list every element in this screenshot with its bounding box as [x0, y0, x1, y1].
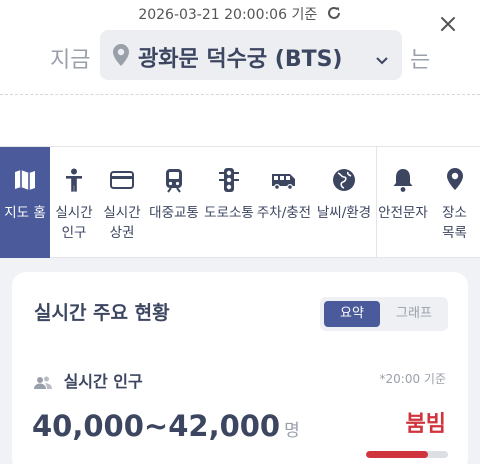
nav-item-road-traffic[interactable]: 도로소통 — [202, 147, 256, 259]
status-card: 실시간 주요 현황 요약 그래프 실시간 인구 *20:00 기준 40,000… — [12, 272, 468, 464]
nav-item-place-list[interactable]: 장소 목록 — [429, 147, 480, 259]
location-row: 지금 광화문 덕수궁 (BTS) 는 — [0, 30, 480, 80]
top-bar: 2026-03-21 20:00:06 기준 지금 광화문 덕수궁 (BTS) … — [0, 0, 480, 96]
person-icon — [66, 168, 82, 192]
population-time: *20:00 기준 — [379, 372, 446, 386]
population-value: 40,000~42,000 명 — [32, 409, 300, 443]
nav-item-parking-charging[interactable]: 주차/충전 — [256, 147, 312, 259]
congestion-status: 붐빔 — [405, 412, 446, 437]
nav-item-realtime-commerce[interactable]: 실시간 상권 — [98, 147, 146, 259]
location-suffix: 는 — [410, 48, 431, 73]
location-prefix: 지금 — [50, 48, 91, 73]
population-heading-text: 실시간 인구 — [63, 372, 143, 391]
subway-icon — [166, 169, 182, 193]
map-icon — [15, 170, 35, 190]
divider — [0, 94, 480, 95]
nav-item-label: 대중교통 — [149, 205, 199, 221]
tab-graph[interactable]: 그래프 — [386, 301, 442, 327]
nav-item-realtime-population[interactable]: 실시간 인구 — [50, 147, 98, 259]
traffic-light-icon — [219, 168, 239, 192]
nav-item-label: 실시간 상권 — [103, 205, 141, 241]
nav-item-label: 실시간 인구 — [55, 205, 93, 241]
credit-card-icon — [110, 171, 134, 189]
update-timestamp: 2026-03-21 20:00:06 기준 — [0, 4, 480, 25]
nav-item-label: 도로소통 — [204, 205, 254, 221]
congestion-level-bar — [366, 451, 448, 458]
nav-item-label: 주차/충전 — [256, 205, 312, 221]
nav-item-label: 안전문자 — [378, 205, 428, 221]
location-pin-icon — [446, 168, 463, 190]
population-range: 40,000~42,000 — [32, 409, 281, 443]
nav-item-safety-alerts[interactable]: 안전문자 — [377, 147, 429, 259]
people-icon — [34, 374, 52, 394]
population-heading: 실시간 인구 — [34, 368, 143, 394]
population-unit: 명 — [284, 421, 300, 441]
nav-item-label: 날씨/환경 — [316, 205, 372, 221]
location-select[interactable]: 광화문 덕수궁 (BTS) — [100, 30, 402, 80]
bell-icon — [393, 169, 413, 192]
view-toggle: 요약 그래프 — [320, 297, 448, 331]
location-name: 광화문 덕수궁 (BTS) — [138, 47, 343, 72]
refresh-icon[interactable] — [326, 5, 342, 25]
chevron-down-icon — [376, 50, 388, 69]
nav-item-label: 장소 목록 — [442, 205, 467, 241]
location-pin-icon — [112, 43, 130, 71]
nav-item-public-transit[interactable]: 대중교통 — [146, 147, 202, 259]
globe-icon — [333, 169, 355, 191]
category-nav: 지도 홈 실시간 인구 실시간 상권 대중교통 도로소통 주차/충전 날씨/환경… — [0, 146, 480, 259]
nav-item-map-home[interactable]: 지도 홈 — [0, 147, 50, 259]
timestamp-text: 2026-03-21 20:00:06 기준 — [138, 7, 318, 23]
tab-summary[interactable]: 요약 — [324, 301, 380, 327]
nav-item-label: 지도 홈 — [4, 205, 46, 221]
bus-icon — [272, 174, 295, 191]
nav-item-weather-environment[interactable]: 날씨/환경 — [312, 147, 376, 259]
congestion-level-fill — [366, 451, 428, 458]
card-title: 실시간 주요 현황 — [34, 302, 170, 324]
